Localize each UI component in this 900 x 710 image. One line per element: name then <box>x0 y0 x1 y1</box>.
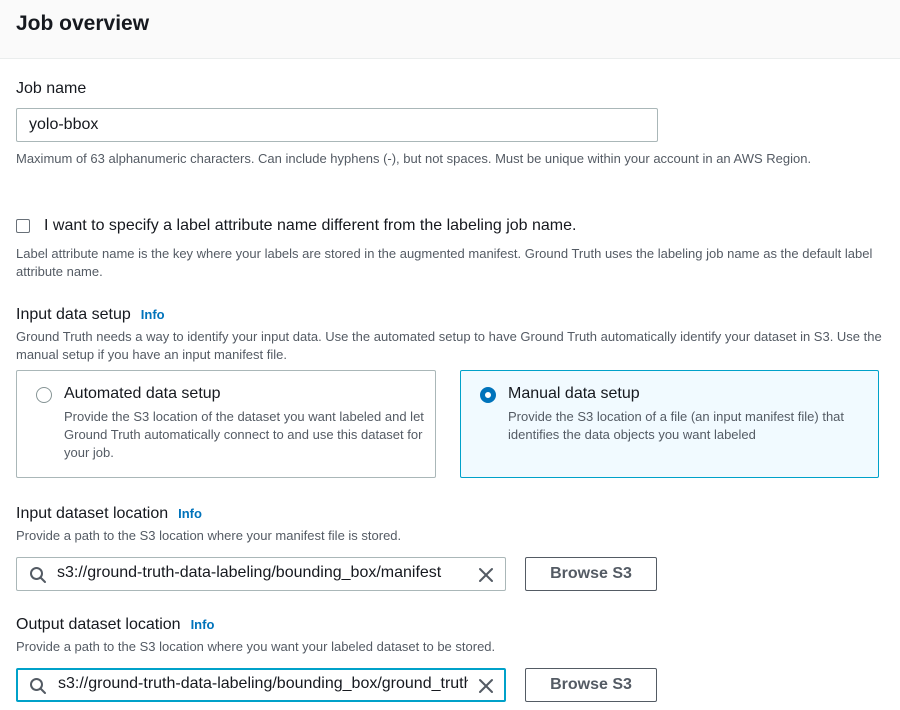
input-dataset-location-field[interactable]: s3://ground-truth-data-labeling/bounding… <box>16 557 506 591</box>
output-dataset-location-value[interactable]: s3://ground-truth-data-labeling/bounding… <box>58 675 468 693</box>
input-browse-s3-button[interactable]: Browse S3 <box>525 557 657 591</box>
output-dataset-location-label: Output dataset location Info <box>16 616 214 634</box>
manual-data-setup-description: Provide the S3 location of a file (an in… <box>508 409 845 442</box>
input-data-setup-title: Input data setup <box>16 306 131 323</box>
output-browse-s3-button[interactable]: Browse S3 <box>525 668 657 702</box>
page-title: Job overview <box>16 12 150 35</box>
input-dataset-location-title: Input dataset location <box>16 505 169 522</box>
section-header: Job overview <box>0 0 900 59</box>
manual-data-setup-radio[interactable] <box>480 387 496 403</box>
automated-data-setup-description: Provide the S3 location of the dataset y… <box>64 409 424 460</box>
label-attribute-checkbox[interactable] <box>16 219 30 233</box>
manual-data-setup-title: Manual data setup <box>508 385 640 402</box>
input-data-setup-info-link[interactable]: Info <box>141 307 165 322</box>
input-dataset-location-info-link[interactable]: Info <box>178 506 202 521</box>
job-name-hint: Maximum of 63 alphanumeric characters. C… <box>16 151 812 166</box>
clear-icon[interactable] <box>477 566 495 584</box>
automated-data-setup-tile[interactable]: Automated data setup Provide the S3 loca… <box>16 370 436 478</box>
search-icon <box>30 567 46 583</box>
label-attribute-hint: Label attribute name is the key where yo… <box>16 246 873 279</box>
input-dataset-location-label: Input dataset location Info <box>16 505 202 523</box>
output-dataset-location-description: Provide a path to the S3 location where … <box>16 639 496 654</box>
label-attribute-checkbox-label[interactable]: I want to specify a label attribute name… <box>44 217 576 235</box>
output-dataset-location-title: Output dataset location <box>16 616 181 633</box>
manual-data-setup-tile[interactable]: Manual data setup Provide the S3 locatio… <box>460 370 879 478</box>
input-dataset-location-value[interactable]: s3://ground-truth-data-labeling/bounding… <box>57 564 469 582</box>
job-name-input[interactable] <box>16 108 658 142</box>
search-icon <box>30 678 46 694</box>
job-name-label: Job name <box>16 80 87 97</box>
output-dataset-location-field[interactable]: s3://ground-truth-data-labeling/bounding… <box>16 668 506 702</box>
input-data-setup-description: Ground Truth needs a way to identify you… <box>16 329 882 362</box>
clear-icon[interactable] <box>477 677 495 695</box>
input-dataset-location-description: Provide a path to the S3 location where … <box>16 528 402 543</box>
automated-data-setup-radio[interactable] <box>36 387 52 403</box>
input-data-setup-label: Input data setup Info <box>16 306 165 324</box>
automated-data-setup-title: Automated data setup <box>64 385 221 402</box>
output-dataset-location-info-link[interactable]: Info <box>191 617 215 632</box>
